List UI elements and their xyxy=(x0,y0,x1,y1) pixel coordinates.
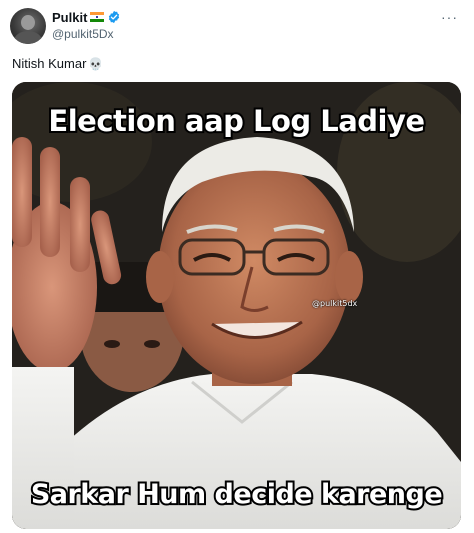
meme-top-caption: Election aap Log Ladiye xyxy=(46,102,427,140)
avatar-shoulders-shape xyxy=(14,31,42,44)
author-display-name[interactable]: Pulkit xyxy=(52,10,87,25)
photo-illustration xyxy=(12,82,461,529)
more-options-icon[interactable]: ··· xyxy=(441,9,458,25)
post-image[interactable]: Election aap Log Ladiye @pulkit5dx Sarka… xyxy=(12,82,461,529)
author-handle[interactable]: @pulkit5Dx xyxy=(52,27,114,41)
post-text: Nitish Kumar 💀 xyxy=(12,56,103,71)
author-name-row[interactable]: Pulkit xyxy=(52,8,121,26)
skull-emoji-icon: 💀 xyxy=(88,56,104,71)
tweet: Pulkit @pulkit5Dx ··· Nitish Kumar 💀 Ele… xyxy=(0,0,474,533)
meme-bottom-caption: Sarkar Hum decide karenge xyxy=(29,477,445,512)
verified-badge-icon xyxy=(109,10,120,24)
post-text-body: Nitish Kumar xyxy=(12,56,87,71)
india-flag-icon xyxy=(90,12,105,22)
avatar[interactable] xyxy=(10,8,46,44)
avatar-head-shape xyxy=(21,15,35,30)
image-watermark: @pulkit5dx xyxy=(312,299,358,308)
